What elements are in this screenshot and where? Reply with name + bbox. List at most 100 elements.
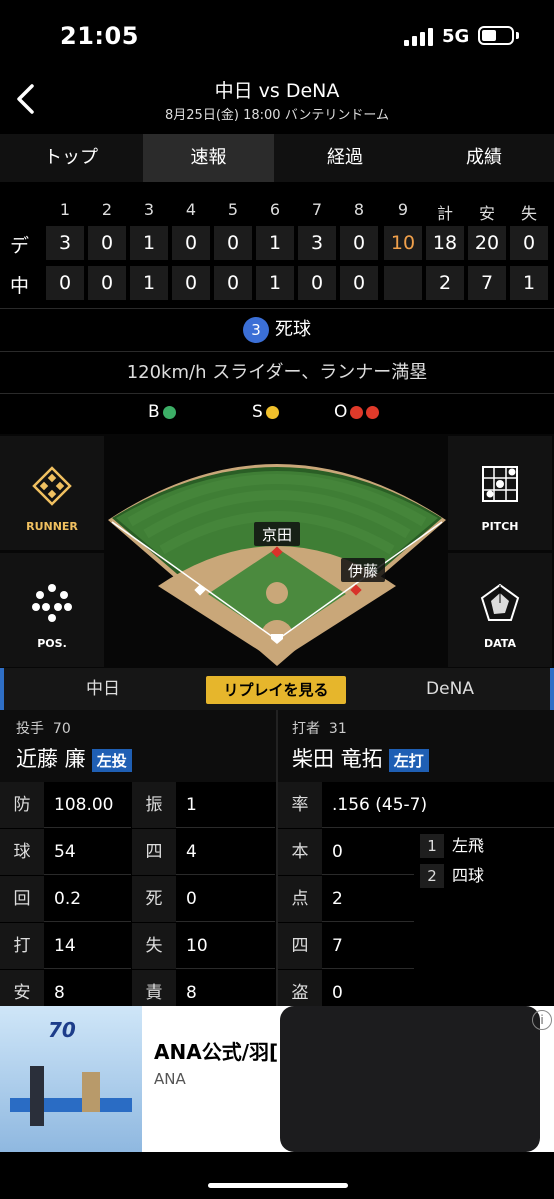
tab-top[interactable]: トップ xyxy=(0,134,142,182)
scoreboard-cell: 0 xyxy=(214,226,252,260)
home-indicator[interactable] xyxy=(208,1183,348,1188)
position-button[interactable]: POS. xyxy=(0,553,104,667)
pitcher-stat-label: 振 xyxy=(132,782,176,828)
scoreboard-cell: 18 xyxy=(426,226,464,260)
divider xyxy=(0,393,554,394)
column-divider xyxy=(276,710,278,1006)
scoreboard-cell xyxy=(384,266,422,300)
pitch-button[interactable]: PITCH xyxy=(448,436,552,550)
pitcher-stat-label: 四 xyxy=(132,829,176,875)
signal-icon xyxy=(404,28,436,46)
scoreboard-header: 4 xyxy=(185,200,197,219)
baseball-field: 京田 伊藤 xyxy=(108,464,446,666)
game-info: 8月25日(金) 18:00 バンテリンドーム xyxy=(165,108,389,123)
network-label: 5G xyxy=(442,26,470,47)
at-bat-result: 左飛 xyxy=(452,836,485,855)
status-bar: 21:05 5G xyxy=(0,0,554,70)
pitcher-stat-value: 14 xyxy=(44,923,131,969)
battery-tip xyxy=(516,32,519,39)
replay-button[interactable]: リプレイを見る xyxy=(206,676,346,704)
scoreboard-cell: 1 xyxy=(130,266,168,300)
ball-dot xyxy=(162,405,176,419)
home-team: 中日 xyxy=(86,679,120,699)
ad-title[interactable]: ANA公式/羽[ xyxy=(154,1036,278,1065)
strike-dot xyxy=(265,405,279,419)
tab-live[interactable]: 速報 xyxy=(143,134,274,182)
ad-info-icon[interactable]: i xyxy=(532,1010,552,1030)
ad-image: 70 xyxy=(0,1006,142,1152)
data-label: DATA xyxy=(484,637,516,650)
tab-bar: トップ 速報 経過 成績 xyxy=(0,134,554,182)
battery-icon xyxy=(478,26,514,45)
data-button[interactable]: DATA xyxy=(448,553,552,667)
ad-person xyxy=(82,1072,100,1112)
pitcher-name-line: 近藤 廉左投 xyxy=(16,743,132,773)
pitcher-stat-value: 4 xyxy=(176,829,275,875)
tab-stats[interactable]: 成績 xyxy=(414,134,554,182)
scoreboard-cell: 0 xyxy=(172,266,210,300)
batter-stat-label: 本 xyxy=(278,829,322,875)
pitch-detail: 120km/h スライダー、ランナー満塁 xyxy=(126,362,428,383)
out-label: O xyxy=(334,402,348,422)
pitcher-stat-label: 死 xyxy=(132,876,176,922)
batter-header: 打者 31 柴田 竜拓 左打 xyxy=(278,710,554,782)
pitcher-stat-value: 108.00 xyxy=(44,782,131,828)
scoreboard-cell: 0 xyxy=(510,226,548,260)
away-team: DeNA xyxy=(426,679,474,699)
play-result-text: 死球 xyxy=(275,319,311,340)
status-time: 21:05 xyxy=(60,22,139,50)
ad-overlay xyxy=(280,1006,540,1152)
pitcher-stat-label: 失 xyxy=(132,923,176,969)
runner-button[interactable]: RUNNER xyxy=(0,436,104,550)
scoreboard-team: デ xyxy=(10,235,30,257)
scoreboard-cell: 1 xyxy=(510,266,548,300)
scoreboard-header: 3 xyxy=(143,200,155,219)
position-label: POS. xyxy=(37,637,67,650)
scoreboard-header: 8 xyxy=(353,200,365,219)
scoreboard-cell: 0 xyxy=(340,226,378,260)
scoreboard-header: 2 xyxy=(101,200,113,219)
scoreboard-cell: 0 xyxy=(88,266,126,300)
scoreboard-header: 失 xyxy=(520,204,537,223)
batter-name-line: 柴田 竜拓 左打 xyxy=(292,743,429,773)
out-count: O xyxy=(334,402,380,422)
pitcher-stat-label: 球 xyxy=(0,829,44,875)
ball-label: B xyxy=(148,402,160,422)
pitcher-role: 投手 70 xyxy=(16,721,71,737)
batter-stat-label: 四 xyxy=(278,923,322,969)
batter-avg-label: 率 xyxy=(278,782,322,828)
pitcher-stat-label: 回 xyxy=(0,876,44,922)
strike-label: S xyxy=(252,402,263,422)
scoreboard-cell: 10 xyxy=(384,226,422,260)
scoreboard-header: 7 xyxy=(311,200,323,219)
scoreboard-cell: 2 xyxy=(426,266,464,300)
scoreboard-header: 安 xyxy=(478,204,495,223)
pitcher-stat-label: 防 xyxy=(0,782,44,828)
batter-name[interactable]: 柴田 竜拓 xyxy=(292,747,383,771)
divider xyxy=(0,351,554,352)
scoreboard-cell: 1 xyxy=(130,226,168,260)
pitcher-name[interactable]: 近藤 廉 xyxy=(16,747,86,771)
scoreboard-header: 1 xyxy=(59,200,71,219)
first-base-runner: 伊藤 xyxy=(348,562,378,580)
scoreboard-cell: 20 xyxy=(468,226,506,260)
ad-banner[interactable]: 70 ANA公式/羽[ ANA i xyxy=(0,1006,554,1199)
position-icon xyxy=(32,584,72,622)
play-number: 3 xyxy=(243,317,269,343)
pitch-grid-icon xyxy=(482,466,518,502)
bottom-bar xyxy=(0,1152,554,1199)
batter-hand-badge: 左打 xyxy=(388,748,429,772)
batter-role: 打者 31 xyxy=(292,721,347,737)
at-bat-result: 四球 xyxy=(452,866,485,885)
scoreboard-cell: 3 xyxy=(46,226,84,260)
at-bat-number: 1 xyxy=(420,834,444,858)
tab-progress[interactable]: 経過 xyxy=(276,134,414,182)
pitcher-stat-label: 打 xyxy=(0,923,44,969)
batter-stat-value: 7 xyxy=(322,923,414,969)
out-dot xyxy=(366,405,380,419)
runner-diamond-icon xyxy=(32,466,72,506)
batter-stat-label: 点 xyxy=(278,876,322,922)
batter-stat-value: 0 xyxy=(322,829,414,875)
scoreboard-cell: 0 xyxy=(298,266,336,300)
scoreboard-team: 中 xyxy=(10,275,30,297)
